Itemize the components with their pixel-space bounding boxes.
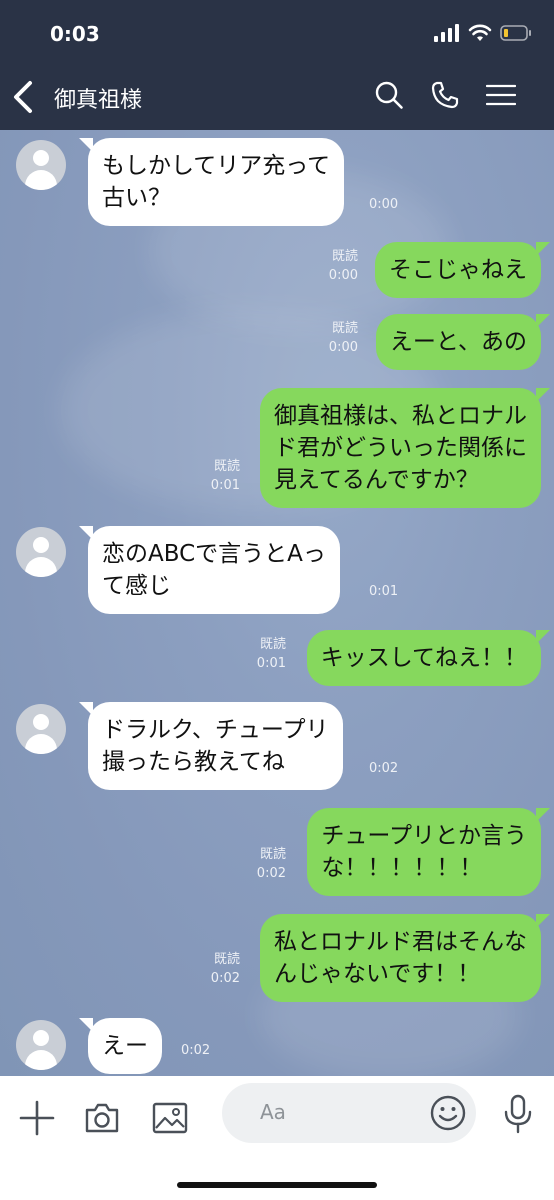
input-placeholder: Aa xyxy=(260,1100,286,1124)
home-indicator xyxy=(177,1182,377,1188)
search-icon[interactable] xyxy=(374,80,404,110)
signal-icon xyxy=(434,24,459,42)
sent-message[interactable]: チュープリとか言う な！！！！！！ xyxy=(307,808,550,896)
camera-icon[interactable] xyxy=(84,1100,120,1136)
header-actions xyxy=(374,80,516,110)
sent-message[interactable]: そこじゃねえ xyxy=(375,242,550,298)
emoji-icon[interactable] xyxy=(430,1095,466,1131)
image-icon[interactable] xyxy=(152,1100,188,1136)
read-receipt: 既読 xyxy=(259,637,286,652)
message-input-bar: Aa xyxy=(0,1076,554,1200)
phone-icon[interactable] xyxy=(430,80,460,110)
status-time: 0:03 xyxy=(50,22,100,46)
status-icons xyxy=(434,24,532,42)
sender-avatar[interactable] xyxy=(16,1020,66,1070)
chat-area[interactable]: もしかしてリア充って 古い？ 0:00 既読 0:00 そこじゃねえ 既読 0:… xyxy=(0,130,554,1076)
sender-avatar[interactable] xyxy=(16,140,66,190)
sent-message[interactable]: 御真祖様は、私とロナル ド君がどういった関係に 見えてるんですか？ xyxy=(260,388,550,508)
menu-icon[interactable] xyxy=(486,80,516,110)
sent-message[interactable]: 私とロナルド君はそんな んじゃないです！！ xyxy=(260,914,550,1002)
sender-avatar[interactable] xyxy=(16,704,66,754)
chat-header: 御真祖様 xyxy=(0,62,554,130)
message-time: 0:02 xyxy=(181,1043,211,1058)
status-bar: 0:03 xyxy=(0,0,554,62)
message-time: 0:01 xyxy=(256,656,286,671)
battery-icon xyxy=(500,25,531,41)
message-time: 0:00 xyxy=(328,340,358,355)
microphone-icon[interactable] xyxy=(502,1094,534,1134)
message-time: 0:02 xyxy=(210,971,240,986)
message-time: 0:01 xyxy=(210,478,240,493)
read-receipt: 既読 xyxy=(213,952,240,967)
message-time: 0:00 xyxy=(369,197,399,212)
message-time: 0:00 xyxy=(328,268,358,283)
plus-icon[interactable] xyxy=(19,1100,55,1136)
message-time: 0:01 xyxy=(369,584,399,599)
message-time: 0:02 xyxy=(369,761,399,776)
received-message[interactable]: ドラルク、チュープリ 撮ったら教えてね xyxy=(79,702,343,790)
read-receipt: 既読 xyxy=(259,847,286,862)
message-input[interactable]: Aa xyxy=(222,1083,476,1143)
wifi-icon xyxy=(468,24,492,41)
sender-avatar[interactable] xyxy=(16,527,66,577)
read-receipt: 既読 xyxy=(331,249,358,264)
received-message[interactable]: もしかしてリア充って 古い？ xyxy=(78,138,345,226)
read-receipt: 既読 xyxy=(331,321,358,336)
read-receipt: 既読 xyxy=(213,459,240,474)
sent-message[interactable]: えーと、あの xyxy=(375,314,551,370)
sent-message[interactable]: キッスしてねえ！！ xyxy=(306,630,551,686)
received-message[interactable]: 恋のABCで言うとAっ て感じ xyxy=(79,526,340,614)
back-arrow-icon[interactable] xyxy=(10,80,38,114)
message-time: 0:02 xyxy=(256,866,286,881)
received-message[interactable]: えー xyxy=(79,1018,162,1074)
chat-title: 御真祖様 xyxy=(54,88,143,113)
